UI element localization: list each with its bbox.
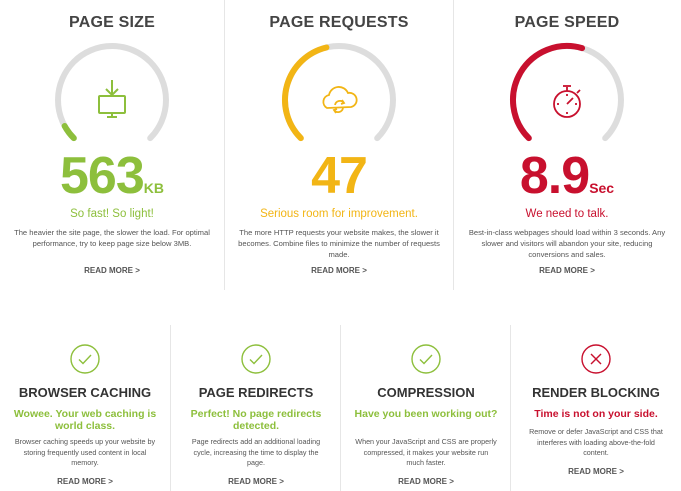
read-more-link[interactable]: READ MORE > (341, 477, 511, 486)
card-tagline: Have you been working out? (354, 408, 498, 420)
page-speed-gauge (510, 42, 624, 142)
metric-value: 47 (311, 147, 368, 205)
metric-unit: KB (143, 180, 164, 196)
page-redirects-card: PAGE REDIRECTS Perfect! No page redirect… (170, 325, 341, 491)
read-more-link[interactable]: READ MORE > (225, 266, 453, 275)
metric-value: 563 (60, 147, 145, 205)
page-speed-panel: PAGE SPEED 8.9Sec We need to talk. Best-… (453, 0, 681, 290)
metric-value: 8.9 (519, 147, 590, 205)
check-circle-icon (411, 344, 441, 374)
card-description: When your JavaScript and CSS are properl… (355, 437, 497, 467)
stopwatch-icon (553, 85, 581, 118)
metric-status: We need to talk. (525, 208, 609, 220)
card-description: Page redirects add an additional loading… (191, 437, 321, 467)
read-more-link[interactable]: READ MORE > (0, 477, 170, 486)
page-speed-value: 8.9Sec (453, 150, 681, 202)
metric-description: The heavier the site page, the slower th… (14, 228, 210, 248)
page-requests-panel: PAGE REQUESTS 47 Serious room for improv… (224, 0, 454, 290)
card-description: Remove or defer JavaScript and CSS that … (529, 427, 663, 457)
compression-card: COMPRESSION Have you been working out? W… (340, 325, 511, 491)
read-more-link[interactable]: READ MORE > (453, 266, 681, 275)
read-more-link[interactable]: READ MORE > (171, 477, 341, 486)
metric-description: Best-in-class webpages should load withi… (468, 228, 666, 259)
check-circle-icon (70, 344, 100, 374)
browser-caching-card: BROWSER CACHING Wowee. Your web caching … (0, 325, 170, 491)
metric-title: PAGE REQUESTS (269, 14, 409, 31)
metric-status: So fast! So light! (70, 208, 154, 220)
read-more-link[interactable]: READ MORE > (0, 266, 224, 275)
page-size-gauge (55, 42, 169, 142)
card-tagline: Time is not on your side. (534, 408, 658, 420)
metric-status: Serious room for improvement. (260, 208, 418, 220)
page-size-panel: PAGE SIZE 563KB So fast! So light! The h… (0, 0, 224, 290)
card-description: Browser caching speeds up your website b… (14, 437, 156, 467)
metric-unit: Sec (589, 180, 615, 196)
check-circle-icon (241, 344, 271, 374)
metric-description: The more HTTP requests your website make… (238, 228, 440, 259)
x-circle-icon (581, 344, 611, 374)
card-title: COMPRESSION (377, 385, 475, 400)
card-tagline: Perfect! No page redirects detected. (190, 408, 322, 432)
metric-title: PAGE SIZE (69, 14, 155, 31)
card-title: BROWSER CACHING (18, 385, 152, 400)
render-blocking-card: RENDER BLOCKING Time is not on your side… (510, 325, 681, 491)
page-requests-value: 47 (225, 150, 453, 202)
page-requests-gauge (282, 42, 396, 142)
page-size-value: 563KB (0, 150, 224, 202)
card-tagline: Wowee. Your web caching is world class. (13, 408, 157, 432)
cloud-sync-icon (322, 86, 358, 114)
read-more-link[interactable]: READ MORE > (511, 467, 681, 476)
card-title: RENDER BLOCKING (532, 385, 660, 400)
card-title: PAGE REDIRECTS (198, 385, 314, 400)
download-monitor-icon (98, 80, 126, 118)
metric-title: PAGE SPEED (514, 14, 620, 31)
